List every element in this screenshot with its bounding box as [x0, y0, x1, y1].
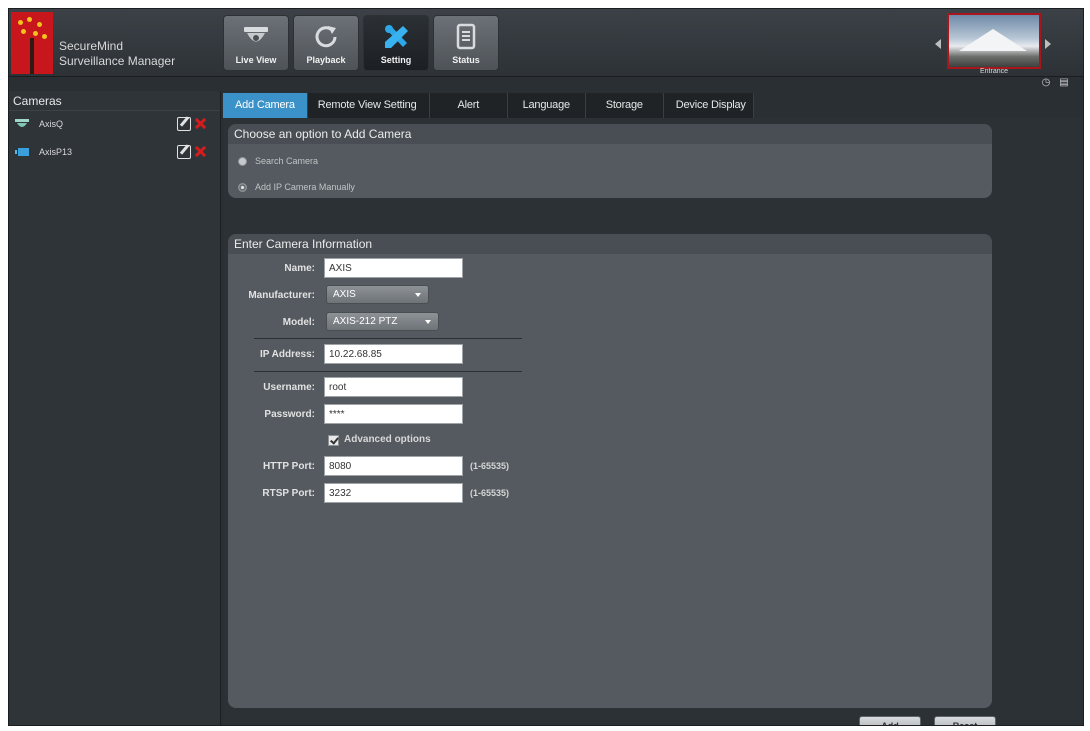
camera-info-panel: Enter Camera Information Name: Manufactu…	[228, 234, 992, 708]
status-button[interactable]: Status	[433, 15, 499, 71]
header-tools: ◷ ▤	[1041, 77, 1069, 89]
edit-icon[interactable]	[177, 145, 191, 159]
camera-list-panel: Cameras AxisQ AxisP13	[9, 91, 221, 725]
ip-address-label: IP Address:	[259, 349, 315, 360]
setting-label: Setting	[380, 55, 412, 65]
preview-prev-icon[interactable]	[935, 39, 941, 49]
username-input[interactable]	[324, 377, 463, 397]
add-manually-radio[interactable]	[238, 182, 247, 192]
camera-name: AxisP13	[39, 147, 73, 157]
settings-content: Choose an option to Add Camera Search Ca…	[223, 118, 1083, 725]
manufacturer-value: AXIS	[333, 289, 356, 300]
tools-icon	[385, 25, 408, 48]
manufacturer-select[interactable]: AXIS	[326, 285, 429, 304]
status-label: Status	[452, 55, 480, 65]
tab-device-display[interactable]: Device Display	[663, 93, 754, 118]
rtsp-port-range: (1-65535)	[470, 488, 510, 498]
app-window: SecureMind Surveillance Manager Live Vie…	[8, 8, 1084, 726]
http-port-range: (1-65535)	[470, 461, 510, 471]
chevron-down-icon	[425, 320, 431, 324]
advanced-options-checkbox[interactable]	[328, 435, 339, 446]
app-name-line2: Surveillance Manager	[59, 54, 176, 68]
header-bar: SecureMind Surveillance Manager Live Vie…	[9, 9, 1083, 77]
advanced-options-label: Advanced options	[344, 434, 431, 445]
name-input[interactable]	[324, 258, 463, 278]
playback-button[interactable]: Playback	[293, 15, 359, 71]
add-option-panel: Choose an option to Add Camera Search Ca…	[228, 124, 992, 198]
edit-icon[interactable]	[177, 117, 191, 131]
dome-camera-icon	[15, 119, 29, 127]
camera-info-title: Enter Camera Information	[228, 234, 992, 254]
delete-icon[interactable]	[195, 118, 206, 129]
camera-name: AxisQ	[39, 119, 64, 129]
camera-preview: Entrance	[933, 13, 1053, 75]
delete-icon[interactable]	[195, 146, 206, 157]
cameras-title: Cameras	[9, 91, 220, 111]
layout-icon[interactable]: ▤	[1059, 78, 1069, 88]
reset-button[interactable]: Reset	[934, 716, 996, 725]
model-select[interactable]: AXIS-212 PTZ	[326, 312, 439, 331]
app-name: SecureMind Surveillance Manager	[59, 39, 175, 69]
http-port-label: HTTP Port:	[262, 461, 315, 472]
refresh-icon	[315, 26, 337, 48]
live-view-label: Live View	[235, 55, 277, 65]
tab-remote-view-setting[interactable]: Remote View Setting	[307, 93, 430, 118]
clock-icon[interactable]: ◷	[1041, 78, 1051, 88]
chevron-down-icon	[415, 293, 421, 297]
preview-thumbnail[interactable]	[947, 13, 1041, 69]
settings-tabs: Add Camera Remote View Setting Alert Lan…	[223, 93, 754, 118]
live-view-button[interactable]: Live View	[223, 15, 289, 71]
model-label: Model:	[282, 317, 315, 328]
tab-language[interactable]: Language	[507, 93, 586, 118]
ip-address-input[interactable]	[324, 344, 463, 364]
camera-item-axisq[interactable]: AxisQ	[9, 111, 220, 139]
option-search-camera[interactable]: Search Camera	[238, 153, 318, 169]
tab-alert[interactable]: Alert	[429, 93, 508, 118]
tab-storage[interactable]: Storage	[585, 93, 664, 118]
playback-label: Playback	[306, 55, 346, 65]
app-name-line1: SecureMind	[59, 39, 124, 53]
search-camera-radio[interactable]	[238, 156, 247, 166]
name-label: Name:	[284, 263, 315, 274]
dome-camera-icon	[244, 27, 268, 42]
manufacturer-label: Manufacturer:	[248, 290, 315, 301]
app-logo	[11, 12, 53, 74]
rtsp-port-label: RTSP Port:	[262, 488, 315, 499]
add-button[interactable]: Add	[859, 716, 921, 725]
preview-next-icon[interactable]	[1045, 39, 1051, 49]
camera-item-axisp13[interactable]: AxisP13	[9, 139, 220, 167]
main-toolbar: Live View Playback Setting Status	[223, 15, 499, 71]
setting-button[interactable]: Setting	[363, 15, 429, 71]
search-camera-label: Search Camera	[255, 156, 319, 166]
username-label: Username:	[263, 382, 315, 393]
http-port-input[interactable]	[324, 456, 463, 476]
preview-label: Entrance	[979, 68, 1009, 75]
model-value: AXIS-212 PTZ	[333, 316, 398, 327]
divider	[254, 338, 522, 339]
password-input[interactable]	[324, 404, 463, 424]
password-label: Password:	[264, 409, 315, 420]
box-camera-icon	[15, 148, 29, 156]
tab-add-camera[interactable]: Add Camera	[223, 93, 308, 118]
rtsp-port-input[interactable]	[324, 483, 463, 503]
option-add-manually[interactable]: Add IP Camera Manually	[238, 179, 355, 195]
add-option-title: Choose an option to Add Camera	[228, 124, 992, 144]
divider	[254, 371, 522, 372]
document-icon	[456, 23, 476, 50]
add-manually-label: Add IP Camera Manually	[255, 182, 355, 192]
